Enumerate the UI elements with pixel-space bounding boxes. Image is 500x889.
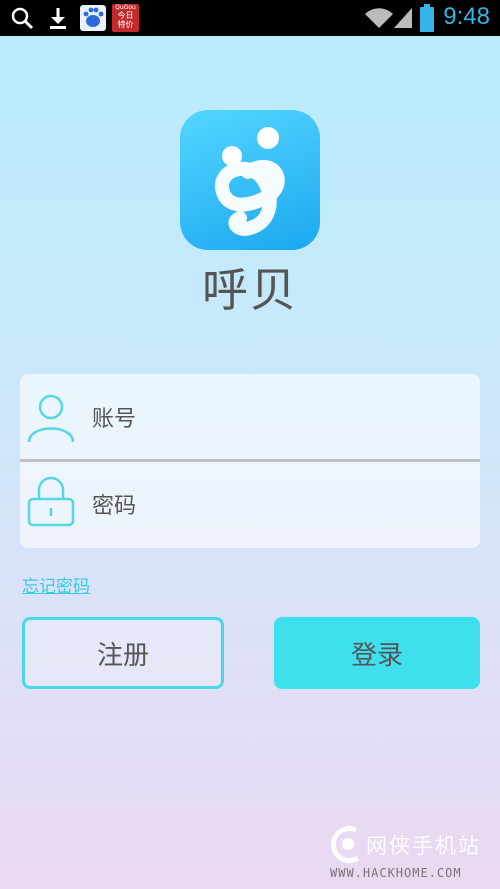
watermark-logo-icon [330, 826, 360, 864]
password-field [20, 461, 480, 547]
forgot-password-link[interactable]: 忘记密码 [22, 572, 90, 597]
register-button[interactable]: 注册 [22, 617, 224, 689]
wifi-icon [365, 8, 393, 28]
lock-icon [27, 476, 75, 527]
watermark: 网侠手机站 WWW.HACKHOME.COM [326, 822, 500, 889]
app-logo-icon [215, 127, 285, 236]
battery-icon [420, 4, 434, 32]
watermark-url: WWW.HACKHOME.COM [330, 866, 462, 880]
qugou-brand: QuGou [115, 4, 136, 11]
signal-icon [394, 8, 412, 28]
baidu-icon[interactable] [80, 5, 106, 31]
password-input[interactable] [90, 485, 464, 527]
watermark-text: 网侠手机站 [366, 834, 481, 858]
download-icon[interactable] [46, 6, 70, 30]
status-time: 9:48 [443, 3, 490, 30]
user-icon [27, 394, 75, 443]
app-title: 呼贝 [202, 263, 298, 317]
qugou-line-2: 特价 [117, 20, 134, 29]
login-form [20, 374, 480, 548]
qugou-icon[interactable]: QuGou 今日 特价 [112, 4, 139, 32]
search-icon[interactable] [10, 6, 34, 30]
status-bar: QuGou 今日 特价 9:48 [0, 0, 500, 36]
account-field [20, 374, 480, 460]
qugou-line-1: 今日 [117, 11, 134, 20]
account-input[interactable] [90, 398, 464, 440]
app-logo [180, 110, 320, 250]
login-button[interactable]: 登录 [274, 617, 480, 689]
